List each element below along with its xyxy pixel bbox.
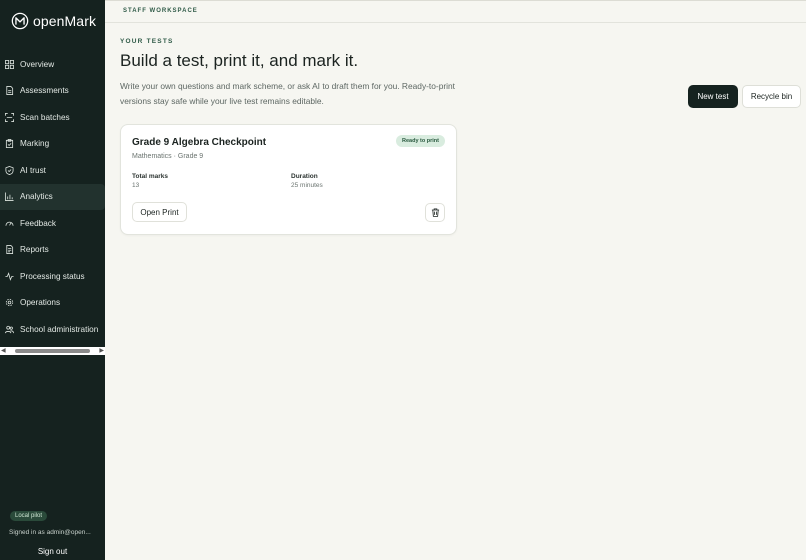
sidebar-item-operations[interactable]: Operations [0, 290, 105, 317]
sidebar-item-label: School administration [20, 324, 99, 334]
gear-icon [5, 299, 14, 307]
sidebar-item-label: Reports [20, 245, 49, 255]
scroll-right-icon[interactable]: ▶ [99, 348, 104, 354]
top-bar: STAFF WORKSPACE [105, 0, 806, 23]
sidebar-item-label: Operations [20, 298, 61, 308]
sidebar-item-feedback[interactable]: Feedback [0, 210, 105, 237]
total-marks-label: Total marks [132, 173, 169, 180]
sidebar-item-label: Overview [20, 59, 55, 69]
users-icon [5, 325, 14, 333]
bar-chart-icon [5, 192, 14, 202]
activity-icon [5, 271, 14, 281]
trash-icon [431, 208, 439, 217]
section-eyebrow: YOUR TESTS [120, 38, 174, 45]
recycle-bin-button[interactable]: Recycle bin [742, 85, 801, 108]
sidebar-item-ai-trust[interactable]: AI trust [0, 157, 105, 184]
sidebar-item-label: Marking [20, 139, 50, 149]
shield-icon [5, 165, 14, 175]
duration-value: 25 minutes [291, 182, 323, 189]
brand-name: openMark [33, 13, 97, 29]
scroll-left-icon[interactable]: ◀ [1, 348, 6, 354]
sidebar-nav: Overview Assessments Scan batches Markin… [0, 51, 105, 343]
sidebar: openMark Overview Assessments Scan batch… [0, 0, 105, 560]
sign-out-button[interactable]: Sign out [0, 547, 105, 556]
grid-icon [5, 59, 14, 69]
sidebar-item-processing-status[interactable]: Processing status [0, 263, 105, 290]
gauge-icon [5, 221, 14, 226]
status-badge: Ready to print [396, 135, 445, 147]
new-test-button[interactable]: New test [688, 85, 738, 108]
sidebar-item-label: AI trust [20, 165, 46, 175]
sidebar-item-overview[interactable]: Overview [0, 51, 105, 78]
test-title: Grade 9 Algebra Checkpoint [132, 137, 267, 148]
sidebar-item-label: Feedback [20, 218, 56, 228]
sidebar-item-marking[interactable]: Marking [0, 131, 105, 158]
sidebar-item-school-administration[interactable]: School administration [0, 316, 105, 343]
sidebar-scrollbar[interactable]: ◀ ▶ [0, 347, 105, 355]
page-title: Build a test, print it, and mark it. [120, 51, 359, 70]
sidebar-item-assessments[interactable]: Assessments [0, 78, 105, 105]
sidebar-item-label: Processing status [20, 271, 85, 281]
scrollbar-thumb[interactable] [15, 349, 90, 353]
sidebar-item-reports[interactable]: Reports [0, 237, 105, 264]
sidebar-item-label: Analytics [20, 192, 53, 202]
sidebar-item-label: Scan batches [20, 112, 70, 122]
test-subject: Mathematics · Grade 9 [132, 153, 204, 160]
sidebar-item-scan-batches[interactable]: Scan batches [0, 104, 105, 131]
openmark-logo-icon [11, 12, 29, 30]
delete-test-button[interactable] [425, 203, 445, 222]
brand[interactable]: openMark [11, 10, 96, 32]
test-card[interactable]: Grade 9 Algebra Checkpoint Mathematics ·… [120, 124, 457, 235]
total-marks-value: 13 [132, 182, 140, 189]
clipboard-icon [5, 139, 14, 149]
sidebar-item-label: Assessments [20, 86, 69, 96]
local-pilot-badge: Local pilot [10, 511, 48, 521]
open-print-button[interactable]: Open Print [132, 202, 187, 222]
scan-icon [5, 112, 14, 122]
workspace-label: STAFF WORKSPACE [123, 8, 198, 14]
document-icon [6, 86, 14, 96]
duration-label: Duration [291, 173, 318, 180]
sidebar-item-analytics[interactable]: Analytics [0, 183, 105, 210]
page-subtitle: Write your own questions and mark scheme… [120, 81, 455, 106]
report-icon [6, 245, 14, 255]
signed-in-text: Signed in as admin@open... [9, 529, 91, 536]
